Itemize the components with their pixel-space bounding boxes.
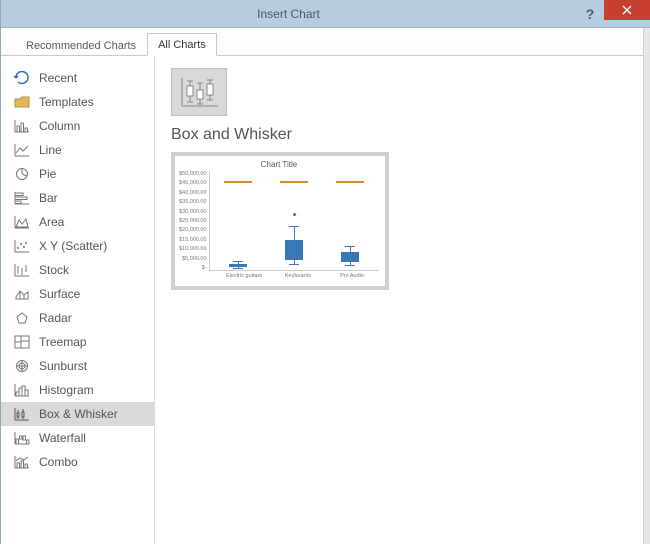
sidebar-item-label: Area — [39, 215, 64, 229]
titlebar-controls: ? — [576, 0, 650, 27]
sidebar-item-column[interactable]: Column — [1, 114, 154, 138]
sidebar-item-boxwhisker[interactable]: Box & Whisker — [1, 402, 154, 426]
templates-icon — [13, 94, 31, 110]
pie-icon — [13, 166, 31, 182]
sidebar-item-label: Sunburst — [39, 359, 87, 373]
histogram-icon — [13, 382, 31, 398]
sidebar-item-waterfall[interactable]: Waterfall — [1, 426, 154, 450]
sidebar-item-label: Column — [39, 119, 80, 133]
bar-icon — [13, 190, 31, 206]
sidebar-item-stock[interactable]: Stock — [1, 258, 154, 282]
sidebar-item-label: Templates — [39, 95, 94, 109]
scatter-icon — [13, 238, 31, 254]
subtype-row — [171, 68, 634, 116]
surface-icon — [13, 286, 31, 302]
sidebar-item-label: Line — [39, 143, 62, 157]
chart-type-title: Box and Whisker — [171, 126, 634, 144]
sidebar-item-label: Recent — [39, 71, 77, 85]
sidebar-item-combo[interactable]: Combo — [1, 450, 154, 474]
sidebar-item-label: Surface — [39, 287, 80, 301]
sidebar-item-pie[interactable]: Pie — [1, 162, 154, 186]
main-panel: Box and Whisker Chart Title $50,000.00 $… — [155, 56, 650, 544]
sidebar-item-sunburst[interactable]: Sunburst — [1, 354, 154, 378]
sidebar-item-label: X Y (Scatter) — [39, 239, 107, 253]
radar-icon — [13, 310, 31, 326]
sidebar-item-surface[interactable]: Surface — [1, 282, 154, 306]
sidebar-item-label: Pie — [39, 167, 56, 181]
sidebar-item-label: Histogram — [39, 383, 94, 397]
line-icon — [13, 142, 31, 158]
area-icon — [13, 214, 31, 230]
sidebar-item-histogram[interactable]: Histogram — [1, 378, 154, 402]
column-icon — [13, 118, 31, 134]
recent-icon — [13, 70, 31, 86]
sidebar-item-line[interactable]: Line — [1, 138, 154, 162]
stock-icon — [13, 262, 31, 278]
x-axis-labels: Electric guitars Keyboards Pro Audio — [217, 273, 379, 279]
right-scroll-edge — [643, 28, 650, 544]
sidebar-item-recent[interactable]: Recent — [1, 66, 154, 90]
sunburst-icon — [13, 358, 31, 374]
subtype-boxwhisker[interactable] — [171, 68, 227, 116]
waterfall-icon — [13, 430, 31, 446]
sidebar-item-label: Bar — [39, 191, 58, 205]
sidebar-item-label: Waterfall — [39, 431, 86, 445]
plot-area — [209, 171, 379, 271]
chart-type-sidebar: Recent Templates Column Line Pie Bar — [1, 56, 155, 544]
tab-all-charts[interactable]: All Charts — [147, 33, 217, 56]
titlebar: Insert Chart ? — [1, 0, 650, 28]
sidebar-item-label: Box & Whisker — [39, 407, 118, 421]
dialog-body: Recent Templates Column Line Pie Bar — [1, 56, 650, 544]
sidebar-item-scatter[interactable]: X Y (Scatter) — [1, 234, 154, 258]
tabs: Recommended Charts All Charts — [1, 28, 650, 56]
sidebar-item-templates[interactable]: Templates — [1, 90, 154, 114]
chart-preview[interactable]: Chart Title $50,000.00 $45,000.00 $40,00… — [171, 152, 389, 290]
combo-icon — [13, 454, 31, 470]
sidebar-item-radar[interactable]: Radar — [1, 306, 154, 330]
treemap-icon — [13, 334, 31, 350]
y-axis-labels: $50,000.00 $45,000.00 $40,000.00 $35,000… — [179, 171, 209, 271]
sidebar-item-label: Radar — [39, 311, 72, 325]
sidebar-item-area[interactable]: Area — [1, 210, 154, 234]
close-button[interactable] — [604, 0, 650, 20]
help-button[interactable]: ? — [576, 0, 604, 27]
sidebar-item-label: Combo — [39, 455, 78, 469]
sidebar-item-label: Stock — [39, 263, 69, 277]
sidebar-item-treemap[interactable]: Treemap — [1, 330, 154, 354]
insert-chart-dialog: Insert Chart ? Recommended Charts All Ch… — [0, 0, 650, 544]
preview-chart-title: Chart Title — [179, 160, 379, 169]
window-title: Insert Chart — [1, 7, 576, 21]
sidebar-item-bar[interactable]: Bar — [1, 186, 154, 210]
sidebar-item-label: Treemap — [39, 335, 87, 349]
boxwhisker-icon — [13, 406, 31, 422]
tab-recommended[interactable]: Recommended Charts — [15, 34, 147, 56]
